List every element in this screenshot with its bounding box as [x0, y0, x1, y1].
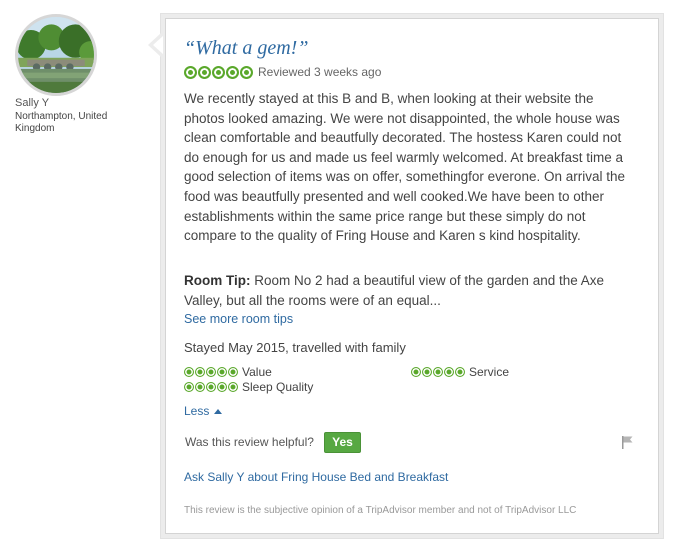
- rating-bubble: [411, 367, 421, 377]
- stayed-info: Stayed May 2015, travelled with family: [184, 340, 406, 355]
- ask-reviewer-link[interactable]: Ask Sally Y about Fring House Bed and Br…: [184, 470, 448, 484]
- rating-bubble: [422, 367, 432, 377]
- less-label: Less: [184, 404, 210, 418]
- review-rating-row: Reviewed 3 weeks ago: [184, 65, 381, 79]
- review-body: We recently stayed at this B and B, when…: [184, 91, 625, 244]
- rating-bubble: [217, 367, 227, 377]
- rating-bubble: [198, 65, 211, 79]
- rating-bubble: [206, 382, 216, 392]
- reviewed-date: Reviewed 3 weeks ago: [258, 65, 382, 79]
- rating-bubble: [444, 367, 454, 377]
- rating-bubble: [184, 367, 194, 377]
- helpful-question: Was this review helpful?: [185, 435, 314, 449]
- subrating-bubbles: [184, 367, 238, 377]
- yes-helpful-button[interactable]: Yes: [324, 432, 361, 453]
- rating-bubble: [226, 65, 239, 79]
- subrating-service: Service: [411, 365, 509, 379]
- see-more-room-tips-link[interactable]: See more room tips: [184, 312, 293, 326]
- rating-bubble: [217, 382, 227, 392]
- reviewer-location: Northampton, United Kingdom: [15, 111, 108, 134]
- rating-bubble: [240, 65, 253, 79]
- rating-bubble: [433, 367, 443, 377]
- subrating-bubbles: [411, 367, 465, 377]
- subrating-value: Value: [184, 365, 272, 379]
- caret-up-icon: [214, 408, 223, 414]
- reviewer-name[interactable]: Sally Y: [15, 97, 49, 109]
- less-toggle[interactable]: Less: [184, 404, 223, 418]
- rating-bubbles: [184, 65, 253, 79]
- card-pointer-inner: [153, 36, 163, 54]
- flag-icon[interactable]: [620, 435, 634, 449]
- rating-bubble: [184, 65, 197, 79]
- subrating-label: Value: [242, 365, 272, 379]
- rating-bubble: [228, 367, 238, 377]
- rating-bubble: [195, 367, 205, 377]
- rating-bubble: [195, 382, 205, 392]
- rating-bubble: [455, 367, 465, 377]
- review-title[interactable]: “What a gem!”: [184, 37, 308, 60]
- room-tip-label: Room Tip:: [184, 273, 251, 288]
- subrating-sleep-quality: Sleep Quality: [184, 380, 313, 394]
- rating-bubble: [228, 382, 238, 392]
- avatar-photo: [18, 17, 94, 93]
- room-tip: Room Tip: Room No 2 had a beautiful view…: [184, 271, 644, 310]
- rating-bubble: [206, 367, 216, 377]
- review-disclaimer: This review is the subjective opinion of…: [184, 505, 577, 516]
- subrating-label: Sleep Quality: [242, 380, 314, 394]
- rating-bubble: [212, 65, 225, 79]
- rating-bubble: [184, 382, 194, 392]
- avatar[interactable]: [15, 14, 97, 96]
- subrating-label: Service: [469, 365, 510, 379]
- subrating-bubbles: [184, 382, 238, 392]
